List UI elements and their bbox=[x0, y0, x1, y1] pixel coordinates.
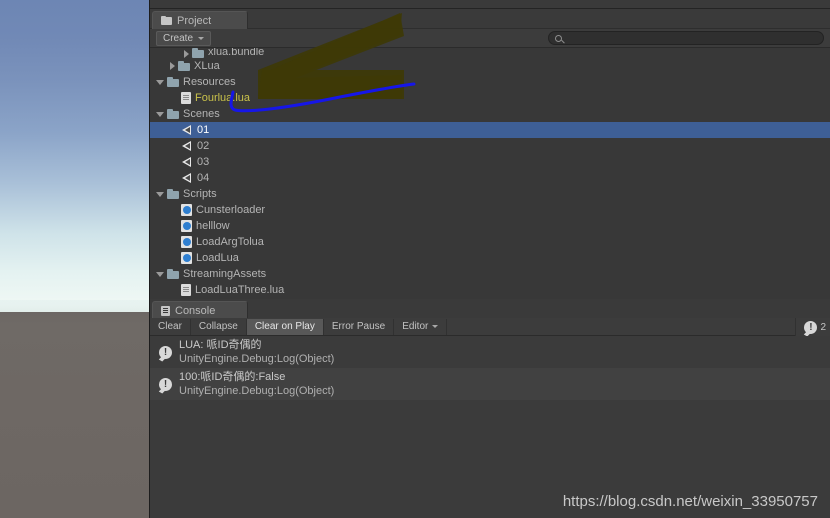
tab-console-label: Console bbox=[175, 304, 216, 317]
csharp-icon bbox=[181, 252, 192, 264]
folder-icon bbox=[192, 48, 204, 58]
tree-row[interactable]: StreamingAssets bbox=[150, 266, 830, 282]
tree-row[interactable]: Scenes bbox=[150, 106, 830, 122]
console-icon bbox=[161, 305, 170, 316]
tree-row-label: 02 bbox=[197, 140, 210, 152]
folder-icon bbox=[167, 77, 179, 87]
tree-row[interactable]: XLua bbox=[150, 58, 830, 74]
tree-row-label: Fourlua.lua bbox=[195, 92, 251, 104]
window-top-strip bbox=[150, 0, 830, 9]
scene-icon bbox=[181, 156, 193, 168]
project-tree[interactable]: xlua.bundle XLua Resources Fourlua.lua Scene… bbox=[150, 48, 830, 299]
tree-row-label: Scenes bbox=[183, 108, 220, 120]
tree-row[interactable]: Resources bbox=[150, 74, 830, 90]
tree-row[interactable]: Fourlua.lua bbox=[150, 90, 830, 106]
tree-row-label: Cunsterloader bbox=[196, 204, 266, 216]
editor-dropdown[interactable]: Editor bbox=[394, 318, 448, 335]
csharp-icon bbox=[181, 236, 192, 248]
tree-row[interactable]: 03 bbox=[150, 154, 830, 170]
tab-project[interactable]: Project bbox=[152, 11, 248, 29]
tree-row[interactable]: LoadArgTolua bbox=[150, 234, 830, 250]
clear-button[interactable]: Clear bbox=[150, 318, 191, 335]
info-log-icon: ! bbox=[159, 345, 172, 359]
tree-row[interactable]: LoadLua bbox=[150, 250, 830, 266]
console-log-text: LUA: 哌ID奇偶的 UnityEngine.Debug:Log(Object) bbox=[179, 338, 334, 366]
console-log-message: 100:哌ID奇偶的:False bbox=[179, 371, 286, 383]
tree-row-label: Scripts bbox=[183, 188, 217, 200]
folder-icon bbox=[167, 189, 179, 199]
twisty-closed-icon[interactable] bbox=[170, 62, 175, 70]
project-toolbar: Create bbox=[150, 29, 830, 48]
scene-icon bbox=[181, 124, 193, 136]
tree-row[interactable]: Scripts bbox=[150, 186, 830, 202]
console-log-stack: UnityEngine.Debug:Log(Object) bbox=[179, 353, 335, 365]
tree-row[interactable]: 01 bbox=[150, 122, 830, 138]
info-count-badge: 2 bbox=[820, 321, 826, 333]
tree-row-label: XLua bbox=[194, 60, 220, 72]
info-log-icon: ! bbox=[159, 377, 172, 391]
console-tabbar: Console bbox=[150, 299, 830, 319]
file-icon bbox=[181, 284, 191, 296]
editor-panels: Project Create xlua.bundle XLua Resources F… bbox=[150, 0, 830, 518]
clear-on-play-button[interactable]: Clear on Play bbox=[246, 318, 324, 335]
tree-row-label: 04 bbox=[197, 172, 210, 184]
console-log-stack: UnityEngine.Debug:Log(Object) bbox=[179, 385, 335, 397]
tree-row-label: StreamingAssets bbox=[183, 268, 267, 280]
tree-row[interactable]: 04 bbox=[150, 170, 830, 186]
collapse-button[interactable]: Collapse bbox=[190, 318, 247, 335]
folder-icon bbox=[161, 16, 172, 25]
tree-row-label: helllow bbox=[196, 220, 230, 232]
tree-row-label: LoadArgTolua bbox=[196, 236, 264, 248]
tree-row[interactable]: 02 bbox=[150, 138, 830, 154]
project-tabbar: Project bbox=[150, 9, 830, 29]
console-log-text: 100:哌ID奇偶的:False UnityEngine.Debug:Log(Ob… bbox=[179, 370, 334, 398]
game-view[interactable] bbox=[0, 0, 150, 518]
tree-row-label: LoadLua bbox=[196, 252, 239, 264]
tree-row-label: 03 bbox=[197, 156, 210, 168]
tab-console[interactable]: Console bbox=[152, 301, 248, 319]
unity-editor-screenshot: Project Create xlua.bundle XLua Resources F… bbox=[0, 0, 830, 518]
file-icon bbox=[181, 92, 191, 104]
csharp-icon bbox=[181, 204, 192, 216]
tree-row-label: 01 bbox=[197, 124, 210, 136]
error-pause-button[interactable]: Error Pause bbox=[323, 318, 395, 335]
editor-dropdown-label: Editor bbox=[402, 321, 429, 332]
tree-row-label: Resources bbox=[183, 76, 236, 88]
tab-project-label: Project bbox=[177, 14, 212, 27]
chevron-down-icon bbox=[198, 36, 205, 40]
folder-icon bbox=[178, 61, 190, 71]
sky-gradient bbox=[0, 0, 150, 316]
console-log-list[interactable]: ! LUA: 哌ID奇偶的 UnityEngine.Debug:Log(Object… bbox=[150, 336, 830, 518]
tree-row-label: xlua.bundle bbox=[208, 48, 265, 58]
csharp-icon bbox=[181, 220, 192, 232]
console-toolbar: Clear Collapse Clear on Play Error Pause… bbox=[150, 318, 830, 336]
twisty-open-icon[interactable] bbox=[156, 111, 164, 117]
search-icon bbox=[555, 34, 562, 42]
tree-row[interactable]: helllow bbox=[150, 218, 830, 234]
tree-row[interactable]: xlua.bundle bbox=[150, 48, 830, 58]
folder-icon bbox=[167, 269, 179, 279]
tree-row-label: LoadLuaThree.lua bbox=[195, 284, 285, 296]
create-button-label: Create bbox=[163, 32, 194, 44]
folder-icon bbox=[167, 109, 179, 119]
console-log-entry[interactable]: ! 100:哌ID奇偶的:False UnityEngine.Debug:Log(O… bbox=[150, 368, 830, 400]
chevron-down-icon bbox=[432, 325, 439, 328]
search-field[interactable] bbox=[548, 31, 824, 45]
twisty-open-icon[interactable] bbox=[156, 79, 164, 85]
watermark-text: https://blog.csdn.net/weixin_33950757 bbox=[562, 493, 818, 510]
console-log-entry[interactable]: ! LUA: 哌ID奇偶的 UnityEngine.Debug:Log(Object… bbox=[150, 336, 830, 368]
console-counters[interactable]: ! 2 bbox=[795, 318, 830, 336]
tree-row[interactable]: LoadLuaThree.lua bbox=[150, 282, 830, 298]
twisty-closed-icon[interactable] bbox=[184, 50, 189, 58]
info-log-icon: ! bbox=[804, 320, 818, 334]
twisty-open-icon[interactable] bbox=[156, 271, 164, 277]
console-log-message: LUA: 哌ID奇偶的 bbox=[179, 339, 262, 351]
scene-icon bbox=[181, 172, 193, 184]
search-input[interactable] bbox=[562, 32, 823, 44]
tree-row[interactable]: Cunsterloader bbox=[150, 202, 830, 218]
create-button[interactable]: Create bbox=[156, 30, 212, 46]
scene-icon bbox=[181, 140, 193, 152]
ground-plane bbox=[0, 312, 150, 518]
twisty-open-icon[interactable] bbox=[156, 191, 164, 197]
